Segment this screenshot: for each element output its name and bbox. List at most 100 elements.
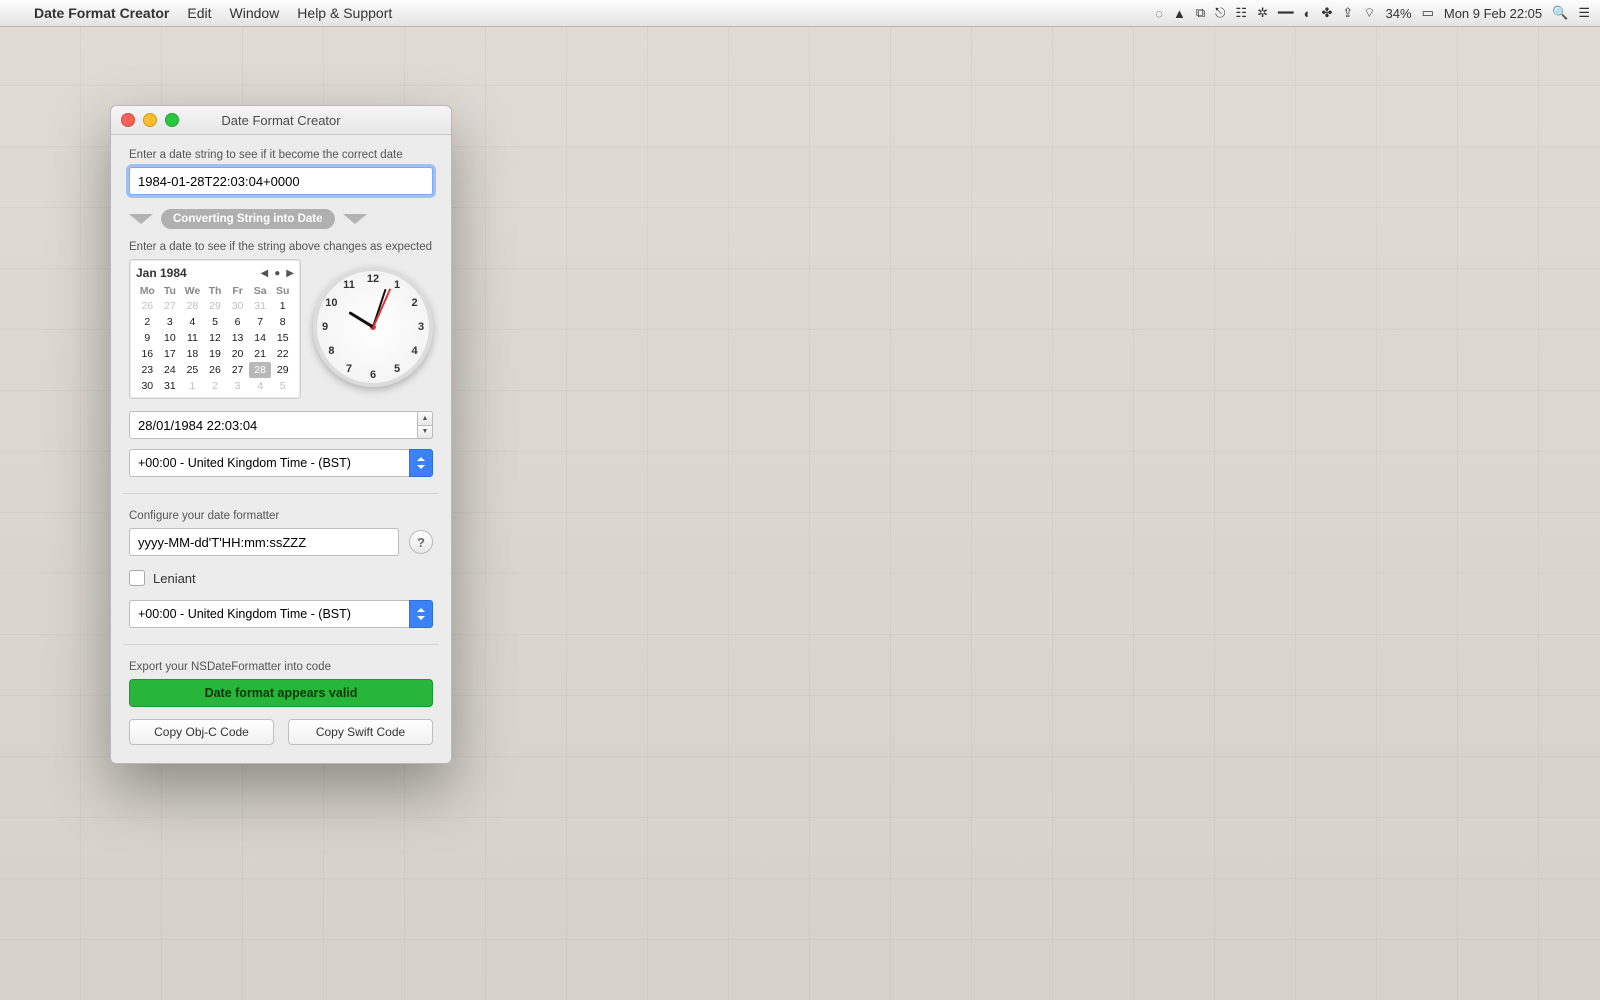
status-icon[interactable]: ⎋	[1215, 5, 1225, 21]
dropbox-icon[interactable]: ⧉	[1196, 5, 1205, 21]
status-icon[interactable]: ▲	[1173, 6, 1186, 21]
calendar-day[interactable]: 5	[204, 314, 227, 330]
calendar-day[interactable]: 30	[136, 378, 159, 394]
calendar-day[interactable]: 31	[159, 378, 182, 394]
clock-numeral: 12	[367, 273, 379, 285]
dropdown-caret-icon[interactable]	[409, 600, 433, 628]
lenient-label: Leniant	[153, 571, 196, 586]
status-icon[interactable]: ☷	[1235, 5, 1247, 21]
calendar-day[interactable]: 27	[159, 298, 182, 314]
status-icon[interactable]: ✤	[1321, 5, 1332, 21]
calendar-next-icon[interactable]: ▶	[286, 268, 294, 279]
status-icon[interactable]: ◌	[1155, 6, 1163, 21]
date-string-input[interactable]	[129, 167, 433, 195]
notification-center-icon[interactable]: ☰	[1578, 5, 1590, 21]
calendar-day[interactable]: 29	[271, 362, 294, 378]
calendar-day[interactable]: 2	[204, 378, 227, 394]
help-button[interactable]: ?	[409, 530, 433, 554]
calendar-day[interactable]: 28	[181, 298, 204, 314]
calendar-day[interactable]: 22	[271, 346, 294, 362]
calendar-prev-icon[interactable]: ◀	[261, 268, 269, 279]
lenient-checkbox[interactable]	[129, 570, 145, 586]
calendar-day[interactable]: 28	[249, 362, 272, 378]
timezone-value[interactable]	[129, 449, 409, 477]
wifi-icon[interactable]: ⌔	[1363, 5, 1375, 21]
triangle-down-icon	[129, 214, 153, 224]
calendar-day[interactable]: 4	[181, 314, 204, 330]
calendar-day[interactable]: 17	[159, 346, 182, 362]
menu-window[interactable]: Window	[230, 5, 280, 21]
calendar-day[interactable]: 12	[204, 330, 227, 346]
calendar-day[interactable]: 14	[249, 330, 272, 346]
calendar-day[interactable]: 16	[136, 346, 159, 362]
calendar-day[interactable]: 20	[226, 346, 249, 362]
calendar-day[interactable]: 18	[181, 346, 204, 362]
calendar-day[interactable]: 7	[249, 314, 272, 330]
calendar-day[interactable]: 26	[136, 298, 159, 314]
calendar-today-icon[interactable]: ●	[274, 268, 280, 279]
app-menu[interactable]: Date Format Creator	[34, 5, 169, 21]
stepper-up-icon[interactable]: ▲	[417, 411, 433, 426]
datetime-stepper[interactable]: ▲ ▼	[417, 411, 433, 439]
status-icon[interactable]: ⇪	[1342, 5, 1353, 21]
calendar-day[interactable]: 10	[159, 330, 182, 346]
calendar[interactable]: Jan 1984 ◀ ● ▶ MoTuWeThFrSaSu26272829303…	[129, 259, 301, 399]
calendar-day[interactable]: 15	[271, 330, 294, 346]
calendar-day[interactable]: 25	[181, 362, 204, 378]
datetime-field[interactable]	[129, 411, 433, 439]
battery-icon[interactable]: ▭	[1422, 5, 1434, 21]
status-valid: Date format appears valid	[129, 679, 433, 707]
calendar-day[interactable]: 4	[249, 378, 272, 394]
date-string-label: Enter a date string to see if it become …	[129, 149, 433, 161]
calendar-dow: Tu	[159, 284, 182, 298]
calendar-day[interactable]: 3	[226, 378, 249, 394]
calendar-day[interactable]: 23	[136, 362, 159, 378]
calendar-month-year: Jan 1984	[136, 266, 187, 280]
status-icon[interactable]: ◐	[1304, 6, 1312, 21]
zoom-button[interactable]	[165, 113, 179, 127]
calendar-day[interactable]: 30	[226, 298, 249, 314]
clock-numeral: 11	[343, 279, 355, 291]
stepper-down-icon[interactable]: ▼	[417, 426, 433, 440]
calendar-day[interactable]: 3	[159, 314, 182, 330]
timezone-select-date[interactable]	[129, 449, 433, 477]
calendar-day[interactable]: 2	[136, 314, 159, 330]
status-icon[interactable]: ✲	[1257, 5, 1268, 21]
calendar-day[interactable]: 1	[181, 378, 204, 394]
calendar-day[interactable]: 31	[249, 298, 272, 314]
copy-swift-button[interactable]: Copy Swift Code	[288, 719, 433, 745]
calendar-day[interactable]: 6	[226, 314, 249, 330]
battery-percent[interactable]: 34%	[1386, 6, 1412, 21]
export-label: Export your NSDateFormatter into code	[129, 661, 433, 673]
calendar-day[interactable]: 9	[136, 330, 159, 346]
calendar-day[interactable]: 29	[204, 298, 227, 314]
calendar-day[interactable]: 11	[181, 330, 204, 346]
calendar-dow: We	[181, 284, 204, 298]
clock-numeral: 9	[322, 321, 328, 333]
menubar-clock[interactable]: Mon 9 Feb 22:05	[1444, 6, 1542, 21]
status-icon[interactable]: ━━	[1278, 5, 1294, 21]
calendar-day[interactable]: 26	[204, 362, 227, 378]
menu-help[interactable]: Help & Support	[297, 5, 392, 21]
calendar-day[interactable]: 19	[204, 346, 227, 362]
calendar-day[interactable]: 5	[271, 378, 294, 394]
calendar-day[interactable]: 1	[271, 298, 294, 314]
spotlight-icon[interactable]: 🔍	[1552, 5, 1568, 21]
calendar-day[interactable]: 24	[159, 362, 182, 378]
app-window: Date Format Creator Enter a date string …	[110, 105, 452, 764]
dropdown-caret-icon[interactable]	[409, 449, 433, 477]
calendar-day[interactable]: 27	[226, 362, 249, 378]
calendar-day[interactable]: 13	[226, 330, 249, 346]
timezone-value[interactable]	[129, 600, 409, 628]
format-string-input[interactable]	[129, 528, 399, 556]
calendar-day[interactable]: 21	[249, 346, 272, 362]
menu-edit[interactable]: Edit	[187, 5, 211, 21]
copy-objc-button[interactable]: Copy Obj-C Code	[129, 719, 274, 745]
calendar-dow: Sa	[249, 284, 272, 298]
calendar-day[interactable]: 8	[271, 314, 294, 330]
analog-clock[interactable]: 123456789101112	[313, 267, 433, 387]
menubar: Date Format Creator Edit Window Help & S…	[0, 0, 1600, 27]
timezone-select-formatter[interactable]	[129, 600, 433, 628]
close-button[interactable]	[121, 113, 135, 127]
minimize-button[interactable]	[143, 113, 157, 127]
